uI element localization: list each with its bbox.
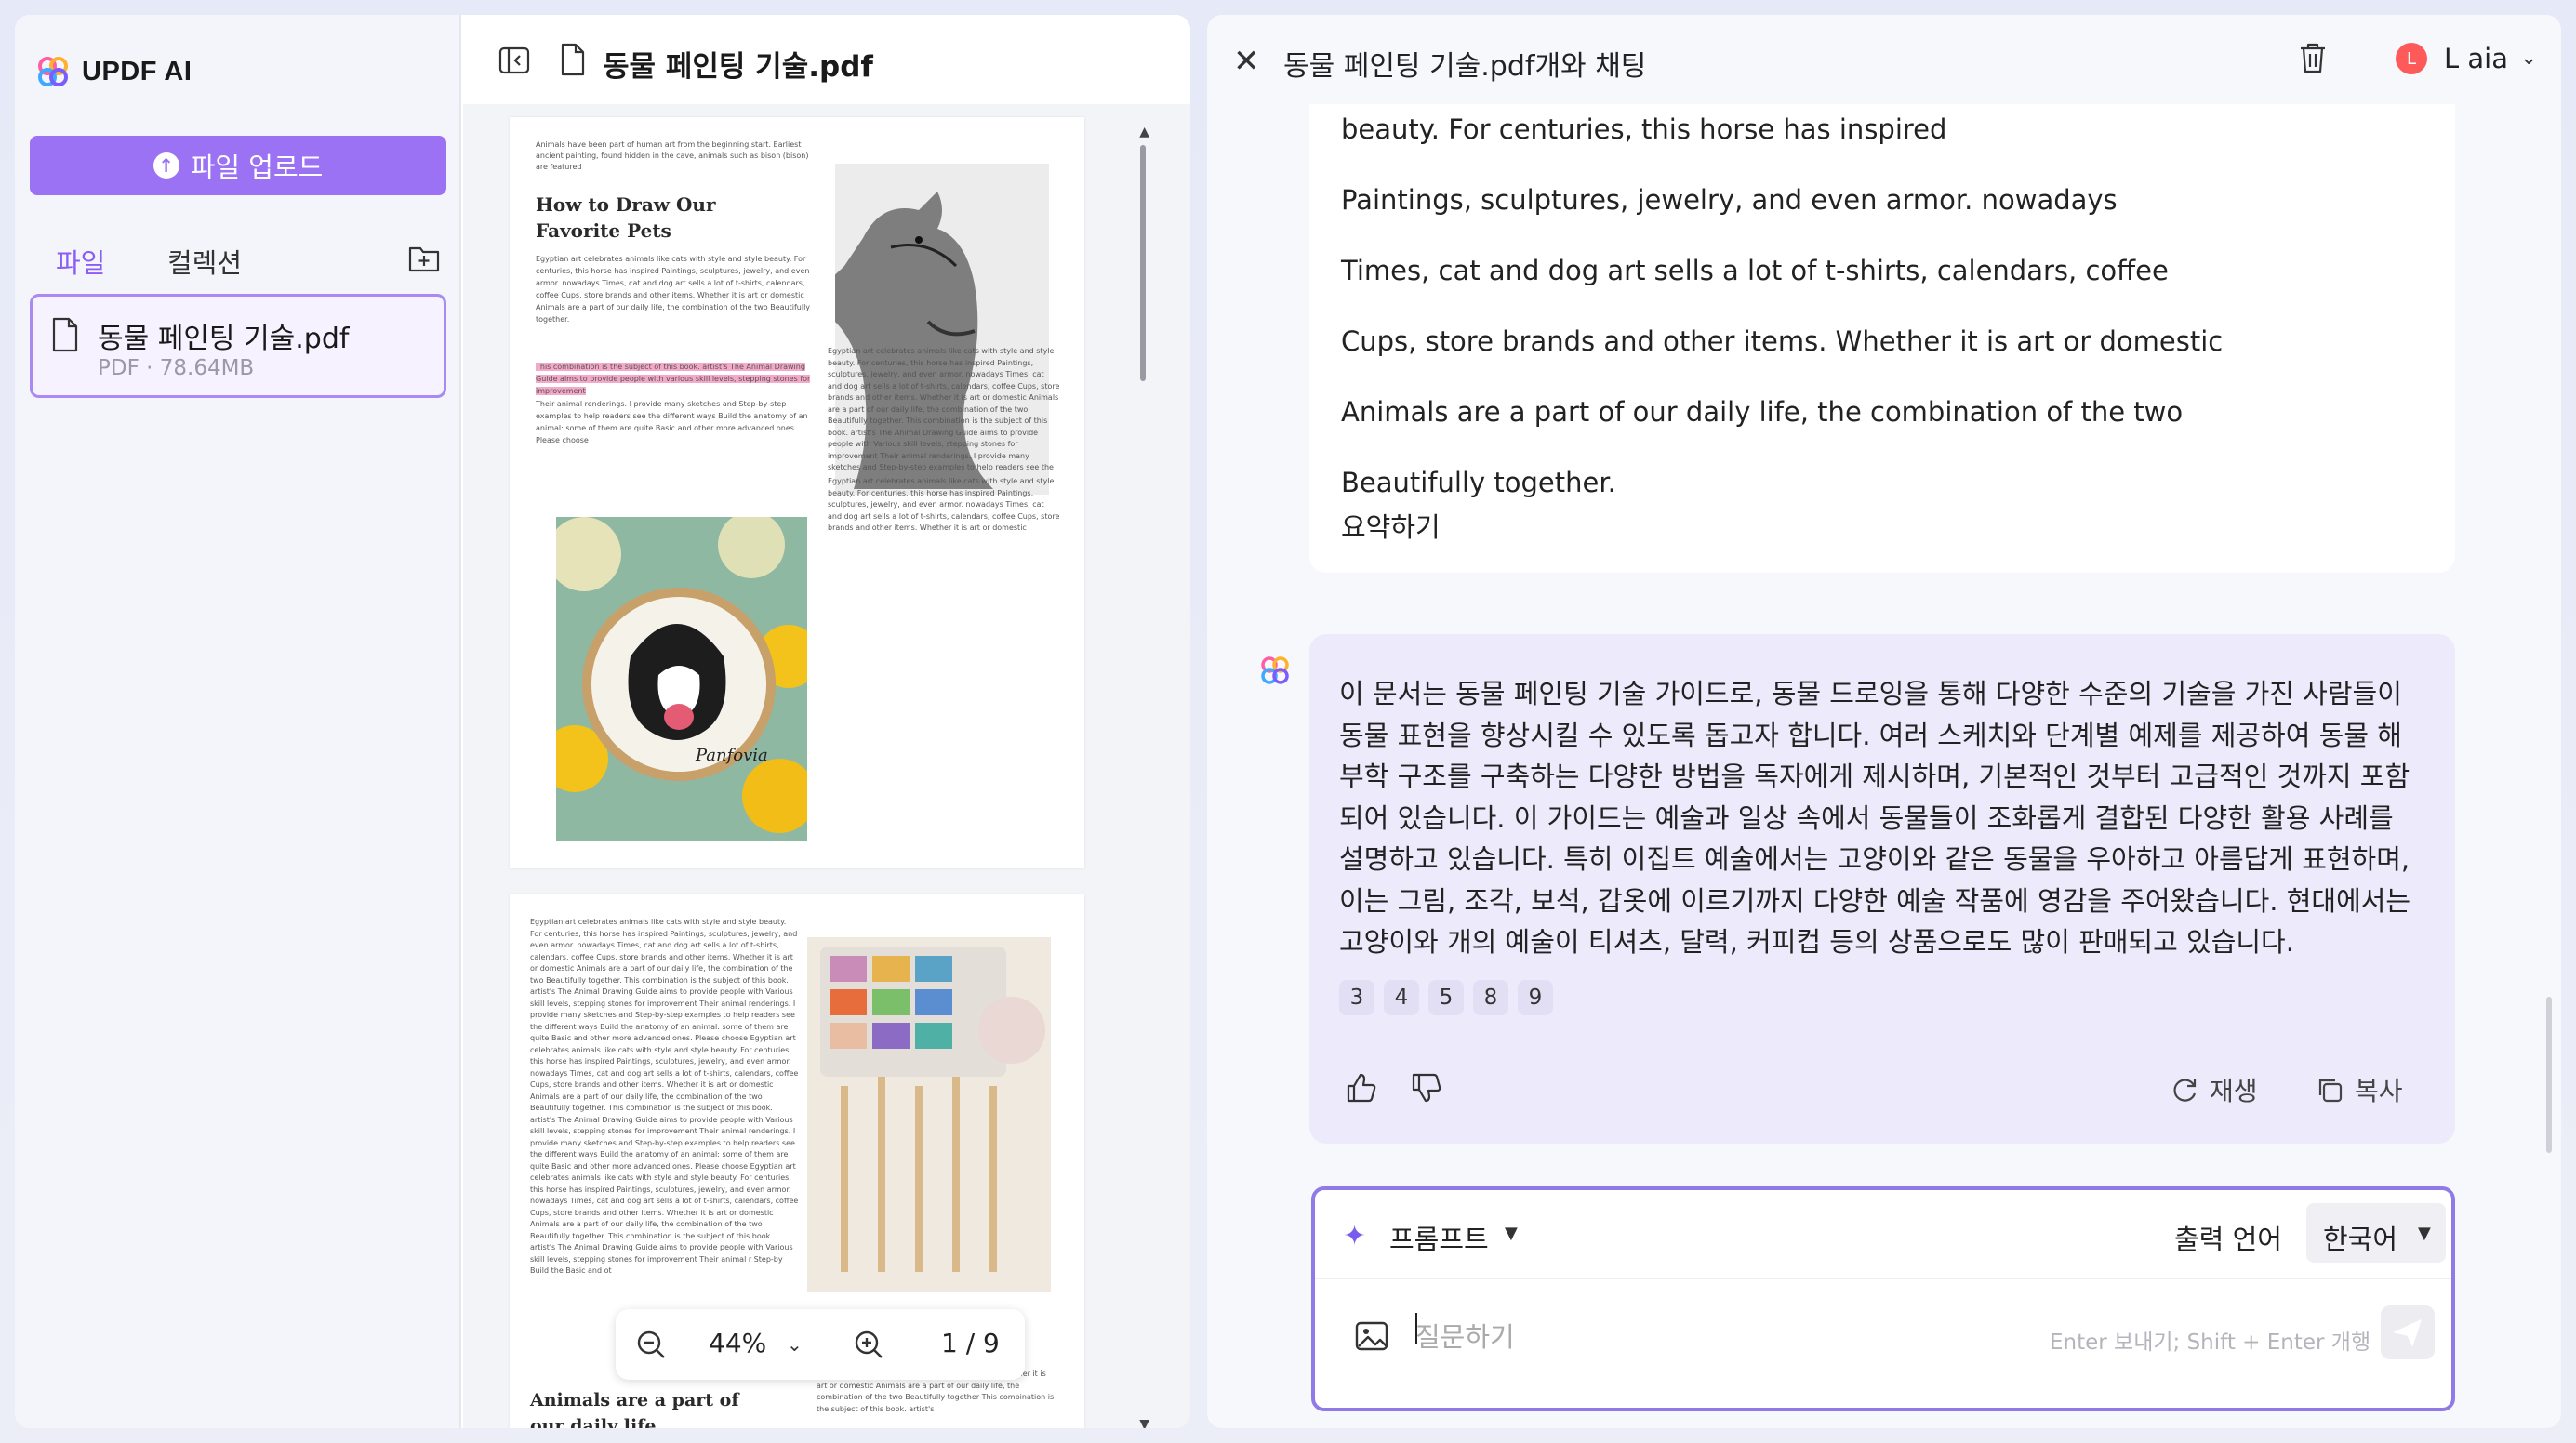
text-cursor xyxy=(1415,1313,1417,1344)
chat-composer: ✦ 프롬프트 ▼ 출력 언어 한국어 ▼ Enter 보내기; Shift + … xyxy=(1311,1186,2455,1411)
send-button[interactable] xyxy=(2381,1305,2435,1359)
prompt-selector[interactable]: 프롬프트 xyxy=(1389,1218,1489,1257)
zoom-dropdown-icon[interactable]: ⌄ xyxy=(787,1333,803,1356)
question-input[interactable] xyxy=(1415,1309,2066,1365)
image-upload-icon[interactable] xyxy=(1354,1320,1389,1352)
reference-page-badge[interactable]: 8 xyxy=(1473,980,1508,1015)
page1-highlight: This combination is the subject of this … xyxy=(536,363,811,395)
zoom-in-icon[interactable] xyxy=(854,1330,883,1359)
brand: UPDF AI xyxy=(37,56,192,87)
user-message-line: Beautifully together. xyxy=(1341,467,1616,498)
chat-panel: ✕ 동물 페인팅 기술.pdf개와 채팅 L L aia ⌄ beauty. F… xyxy=(1207,15,2561,1428)
file-meta: PDF · 78.64MB xyxy=(98,356,255,380)
page1-heading: How to Draw Our Favorite Pets xyxy=(536,193,716,242)
paint-brushes-drawing xyxy=(807,937,1051,1292)
reference-page-badge[interactable]: 5 xyxy=(1428,980,1464,1015)
collapse-sidebar-icon[interactable] xyxy=(498,46,530,74)
page1-para2: Egyptian art celebrates animals like cat… xyxy=(828,347,1060,471)
user-message-line: Paintings, sculptures, jewelry, and even… xyxy=(1341,184,2118,216)
user-message-line: Cups, store brands and other items. Whet… xyxy=(1341,325,2224,357)
zoom-level[interactable]: 44% xyxy=(709,1328,766,1358)
hoop-signature: Panfovia xyxy=(695,746,768,765)
user-message-line: Animals are a part of our daily life, th… xyxy=(1341,396,2184,428)
scroll-down-arrow[interactable]: ▼ xyxy=(1139,1417,1149,1428)
caret-down-icon[interactable]: ▼ xyxy=(1505,1224,1518,1243)
regenerate-button[interactable]: 재생 xyxy=(2171,1071,2258,1108)
ai-message: 이 문서는 동물 페인팅 기술 가이드로, 동물 드로잉을 통해 다양한 수준의… xyxy=(1309,634,2455,1144)
file-name: 동물 페인팅 기술.pdf xyxy=(98,323,350,355)
user-message-line: beauty. For centuries, this horse has in… xyxy=(1341,113,1947,145)
refresh-icon xyxy=(2173,1079,2197,1102)
output-language-label: 출력 언어 xyxy=(2174,1224,2282,1255)
viewer-header: 동물 페인팅 기술.pdf xyxy=(463,15,1190,104)
zoom-out-icon[interactable] xyxy=(636,1330,666,1359)
upload-file-button[interactable]: ↑ 파일 업로드 xyxy=(30,136,446,195)
pdf-viewer: 동물 페인팅 기술.pdf Animals have been part of … xyxy=(463,15,1190,1428)
chat-header: ✕ 동물 페인팅 기술.pdf개와 채팅 L L aia ⌄ xyxy=(1207,15,2561,104)
reference-page-badge[interactable]: 4 xyxy=(1384,980,1419,1015)
page1-para1-tail: Their animal renderings. I provide many … xyxy=(536,400,808,444)
chat-title: 동물 페인팅 기술.pdf개와 채팅 xyxy=(1283,50,1647,83)
paint-brushes-image xyxy=(807,937,1051,1292)
zoom-toolbar: 44% ⌄ 1 / 9 xyxy=(616,1309,1025,1380)
thumbs-down-icon[interactable] xyxy=(1410,1071,1443,1105)
pdf-page-1: Animals have been part of human art from… xyxy=(510,117,1084,868)
copy-button[interactable]: 복사 xyxy=(2316,1071,2403,1108)
upload-label: 파일 업로드 xyxy=(190,152,324,183)
chevron-down-icon[interactable]: ⌄ xyxy=(2520,46,2537,70)
user-message-line: 요약하기 xyxy=(1341,511,1441,543)
tab-files[interactable]: 파일 xyxy=(43,236,119,298)
document-title: 동물 페인팅 기술.pdf xyxy=(603,50,873,84)
send-hint: Enter 보내기; Shift + Enter 개행 xyxy=(2050,1330,2371,1355)
output-language-value: 한국어 xyxy=(2323,1224,2398,1255)
viewer-scrollbar[interactable] xyxy=(1140,145,1146,381)
upload-icon: ↑ xyxy=(153,152,179,179)
thumbs-up-icon[interactable] xyxy=(1345,1071,1378,1105)
user-message-line: Times, cat and dog art sells a lot of t-… xyxy=(1341,255,2169,286)
file-tabs: 파일 컬렉션 xyxy=(30,236,461,298)
page-indicator[interactable]: 1 / 9 xyxy=(941,1328,1000,1358)
page2-heading: Animals are a part of our daily life xyxy=(530,1390,739,1428)
copy-icon xyxy=(2318,1079,2343,1103)
user-message: beauty. For centuries, this horse has in… xyxy=(1309,104,2455,573)
user-name[interactable]: L aia xyxy=(2444,43,2508,74)
regenerate-label: 재생 xyxy=(2210,1076,2258,1106)
avatar[interactable]: L xyxy=(2396,43,2427,74)
composer-toolbar: ✦ 프롬프트 ▼ 출력 언어 한국어 ▼ xyxy=(1315,1190,2451,1279)
sparkle-icon: ✦ xyxy=(1343,1220,1367,1252)
page1-intro: Animals have been part of human art from… xyxy=(536,140,809,171)
ai-message-text: 이 문서는 동물 페인팅 기술 가이드로, 동물 드로잉을 통해 다양한 수준의… xyxy=(1339,678,2411,958)
caret-down-icon: ▼ xyxy=(2418,1224,2431,1243)
sidebar: UPDF AI ↑ 파일 업로드 파일 컬렉션 동물 페인팅 기술.pdf PD… xyxy=(15,15,461,1428)
new-folder-icon[interactable] xyxy=(407,244,441,273)
updf-logo-icon xyxy=(38,57,68,86)
reference-page-badge[interactable]: 9 xyxy=(1518,980,1553,1015)
file-icon xyxy=(52,317,78,352)
pdf-pages[interactable]: Animals have been part of human art from… xyxy=(510,117,1084,1428)
output-language-select[interactable]: 한국어 ▼ xyxy=(2306,1203,2446,1263)
brand-name: UPDF AI xyxy=(82,56,193,86)
reference-page-badge[interactable]: 3 xyxy=(1339,980,1374,1015)
reference-pages: 3 4 5 8 9 xyxy=(1339,980,1553,1015)
page1-para1: Egyptian art celebrates animals like cat… xyxy=(536,255,811,324)
scroll-up-arrow[interactable]: ▲ xyxy=(1139,125,1149,139)
copy-label: 복사 xyxy=(2355,1076,2403,1106)
page1-para3: Egyptian art celebrates animals like cat… xyxy=(828,477,1060,532)
close-icon[interactable]: ✕ xyxy=(1233,43,1260,80)
left-panel: UPDF AI ↑ 파일 업로드 파일 컬렉션 동물 페인팅 기술.pdf PD… xyxy=(15,15,1190,1428)
embroidery-drawing: Panfovia xyxy=(556,517,807,841)
ai-assistant-icon xyxy=(1261,656,1289,684)
page1-highlight-wrap: This combination is the subject of this … xyxy=(536,361,815,398)
tab-collections[interactable]: 컬렉션 xyxy=(154,236,255,294)
chat-scrollbar[interactable] xyxy=(2546,997,2552,1153)
trash-icon[interactable] xyxy=(2297,41,2329,74)
embroidery-hoop-image: Panfovia xyxy=(556,517,807,841)
send-icon xyxy=(2394,1319,2422,1346)
file-card[interactable]: 동물 페인팅 기술.pdf PDF · 78.64MB xyxy=(30,294,446,398)
document-icon xyxy=(561,43,585,76)
